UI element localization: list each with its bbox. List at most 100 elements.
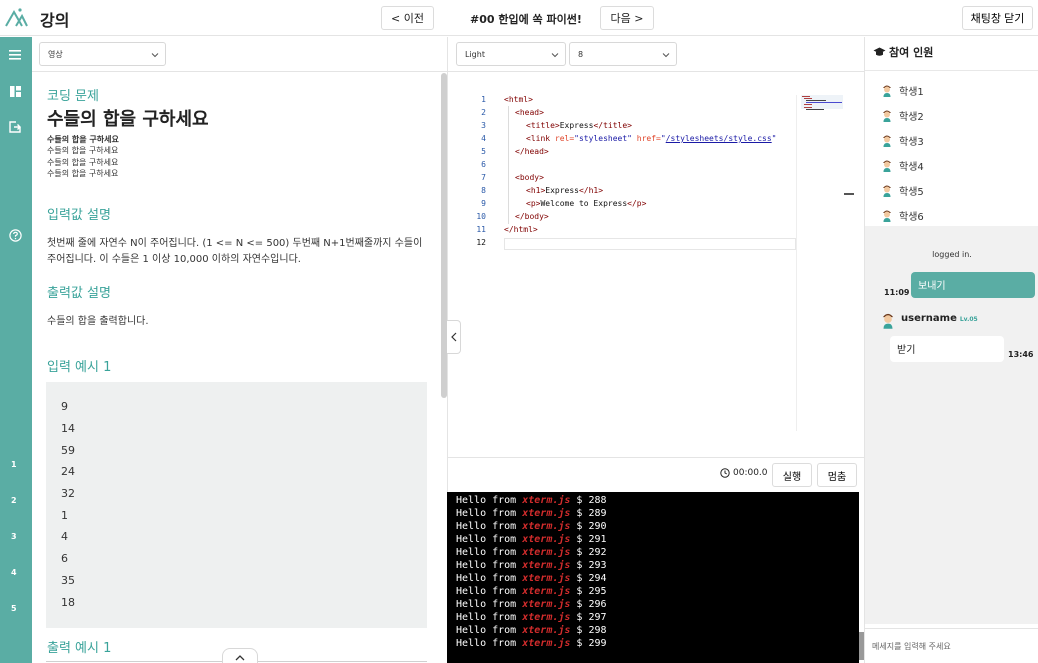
menu-icon[interactable] xyxy=(7,47,23,63)
export-icon[interactable] xyxy=(7,119,23,135)
sender-username: username xyxy=(901,313,957,324)
active-line-highlight xyxy=(504,238,796,250)
rail-number[interactable]: 4 xyxy=(11,568,17,577)
code-line: <body> xyxy=(515,173,544,182)
terminal-text: xterm.js xyxy=(522,560,571,571)
code-line: <h1>Express</h1> xyxy=(526,186,603,195)
terminal-text: 289 xyxy=(588,508,607,519)
code-link[interactable]: /stylesheets/style.css xyxy=(666,134,772,143)
input-example-value: 18 xyxy=(61,596,75,609)
terminal-text: $ xyxy=(570,547,589,558)
code-token: Express xyxy=(545,186,579,195)
top-bar: 강의 < 이전 #00 한입에 쏙 파이썬! 다음 > 채팅창 닫기 xyxy=(0,0,1038,36)
editor-toolbar: Light 8 xyxy=(448,37,865,72)
code-token: "stylesheet" xyxy=(574,134,632,143)
input-example-value: 14 xyxy=(61,422,75,435)
minimap[interactable] xyxy=(796,95,843,431)
problem-panel: 영상 코딩 문제 수들의 합을 구하세요 수들의 합을 구하세요 수들의 합을 … xyxy=(32,37,447,663)
terminal-text: 299 xyxy=(588,638,607,649)
rail-number[interactable]: 5 xyxy=(11,604,17,613)
terminal-text: xterm.js xyxy=(522,521,571,532)
code-line: <html> xyxy=(504,95,533,104)
chat-message-input[interactable] xyxy=(865,628,1038,663)
terminal-line: Hello from xterm.js $ 294 xyxy=(456,572,859,585)
dashboard-icon[interactable] xyxy=(7,83,23,99)
terminal-text: $ xyxy=(570,612,589,623)
font-size-select[interactable]: 8 xyxy=(569,42,677,66)
next-lesson-button[interactable]: 다음 > xyxy=(600,6,654,30)
close-chat-button[interactable]: 채팅창 닫기 xyxy=(962,6,1033,30)
participant-item[interactable]: 학생1 xyxy=(881,83,924,98)
terminal-line: Hello from xterm.js $ 295 xyxy=(456,585,859,598)
terminal-text: 293 xyxy=(588,560,607,571)
terminal-text: Hello from xyxy=(456,599,523,610)
student-avatar-icon xyxy=(883,135,891,147)
terminal-text: xterm.js xyxy=(522,625,571,636)
terminal-text: 288 xyxy=(588,495,607,506)
terminal-text: xterm.js xyxy=(522,508,571,519)
student-avatar-icon xyxy=(883,160,891,172)
code-line: <link rel="stylesheet" href= "/stylesheet… xyxy=(526,134,777,143)
participant-item[interactable]: 학생4 xyxy=(881,158,924,173)
terminal-text: $ xyxy=(570,508,589,519)
code-token: </body> xyxy=(515,212,549,221)
input-example-value: 35 xyxy=(61,574,75,587)
terminal-text: $ xyxy=(570,599,589,610)
problem-content[interactable]: 코딩 문제 수들의 합을 구하세요 수들의 합을 구하세요 수들의 합을 구하세… xyxy=(32,73,447,663)
line-number: 4 xyxy=(481,134,486,143)
output-example-heading: 출력 예시 1 xyxy=(47,641,112,656)
terminal-line: Hello from xterm.js $ 298 xyxy=(456,624,859,637)
message-time: 11:09 xyxy=(884,288,910,297)
participant-item[interactable]: 학생5 xyxy=(881,183,924,198)
input-example-value: 1 xyxy=(61,509,68,522)
rail-number[interactable]: 1 xyxy=(11,460,17,469)
terminal-text: $ xyxy=(570,625,589,636)
terminal-text: Hello from xyxy=(456,560,523,571)
terminal-text: xterm.js xyxy=(522,612,571,623)
rail-number[interactable]: 2 xyxy=(11,496,17,505)
terminal-text: 294 xyxy=(588,573,607,584)
logo-icon xyxy=(5,8,28,27)
scroll-indicator xyxy=(844,193,854,195)
terminal-line: Hello from xterm.js $ 288 xyxy=(456,494,859,507)
terminal[interactable]: Hello from xterm.js $ 288 Hello from xte… xyxy=(447,492,859,663)
terminal-line: Hello from xterm.js $ 299 xyxy=(456,637,859,650)
run-button[interactable]: 실행 xyxy=(772,463,812,487)
view-select[interactable]: 영상 xyxy=(39,42,166,66)
code-token: <h1> xyxy=(526,186,546,195)
input-description: 첫번째 줄에 자연수 N이 주어집니다. (1 <= N <= 500) 두번째… xyxy=(47,238,423,265)
code-token: <p> xyxy=(526,199,541,208)
collapse-left-button[interactable] xyxy=(447,320,461,354)
input-example-value: 59 xyxy=(61,444,75,457)
code-area[interactable]: 1 2 3 4 5 6 7 8 9 10 11 12 <html> <head>… xyxy=(448,73,865,457)
user-avatar-icon xyxy=(882,313,894,329)
terminal-line: Hello from xterm.js $ 292 xyxy=(456,546,859,559)
participants-heading: 참여 인원 xyxy=(873,44,933,60)
terminal-text: Hello from xyxy=(456,534,523,545)
help-icon[interactable] xyxy=(7,227,23,243)
participant-name: 학생2 xyxy=(899,112,924,123)
rail-number[interactable]: 3 xyxy=(11,532,17,541)
participant-name: 학생5 xyxy=(899,187,924,198)
participant-item[interactable]: 학생2 xyxy=(881,108,924,123)
theme-select[interactable]: Light xyxy=(456,42,566,66)
stop-button[interactable]: 멈춤 xyxy=(817,463,857,487)
participant-item[interactable]: 학생3 xyxy=(881,133,924,148)
line-number: 9 xyxy=(481,199,486,208)
terminal-text: xterm.js xyxy=(522,638,571,649)
collapse-up-button[interactable] xyxy=(222,648,258,663)
participant-item[interactable]: 학생6 xyxy=(881,208,924,223)
terminal-text: Hello from xyxy=(456,547,523,558)
terminal-text: $ xyxy=(570,560,589,571)
chat-panel: 참여 인원 학생1 학생2 학생3 학생4 학생5 학생6 logged in. xyxy=(864,37,1038,663)
code-token: Express xyxy=(559,121,594,130)
terminal-text: 296 xyxy=(588,599,607,610)
problem-description-line: 수들의 합을 구하세요 xyxy=(47,158,119,167)
chat-log[interactable]: logged in. 11:09 보내기 username Lv.05 받기 13… xyxy=(865,226,1038,624)
terminal-text: Hello from xyxy=(456,495,523,506)
prev-lesson-button[interactable]: < 이전 xyxy=(381,6,434,30)
clock-icon xyxy=(720,468,730,478)
line-number: 11 xyxy=(476,225,486,234)
terminal-text: $ xyxy=(570,638,589,649)
problem-description-line: 수들의 합을 구하세요 xyxy=(47,135,119,144)
